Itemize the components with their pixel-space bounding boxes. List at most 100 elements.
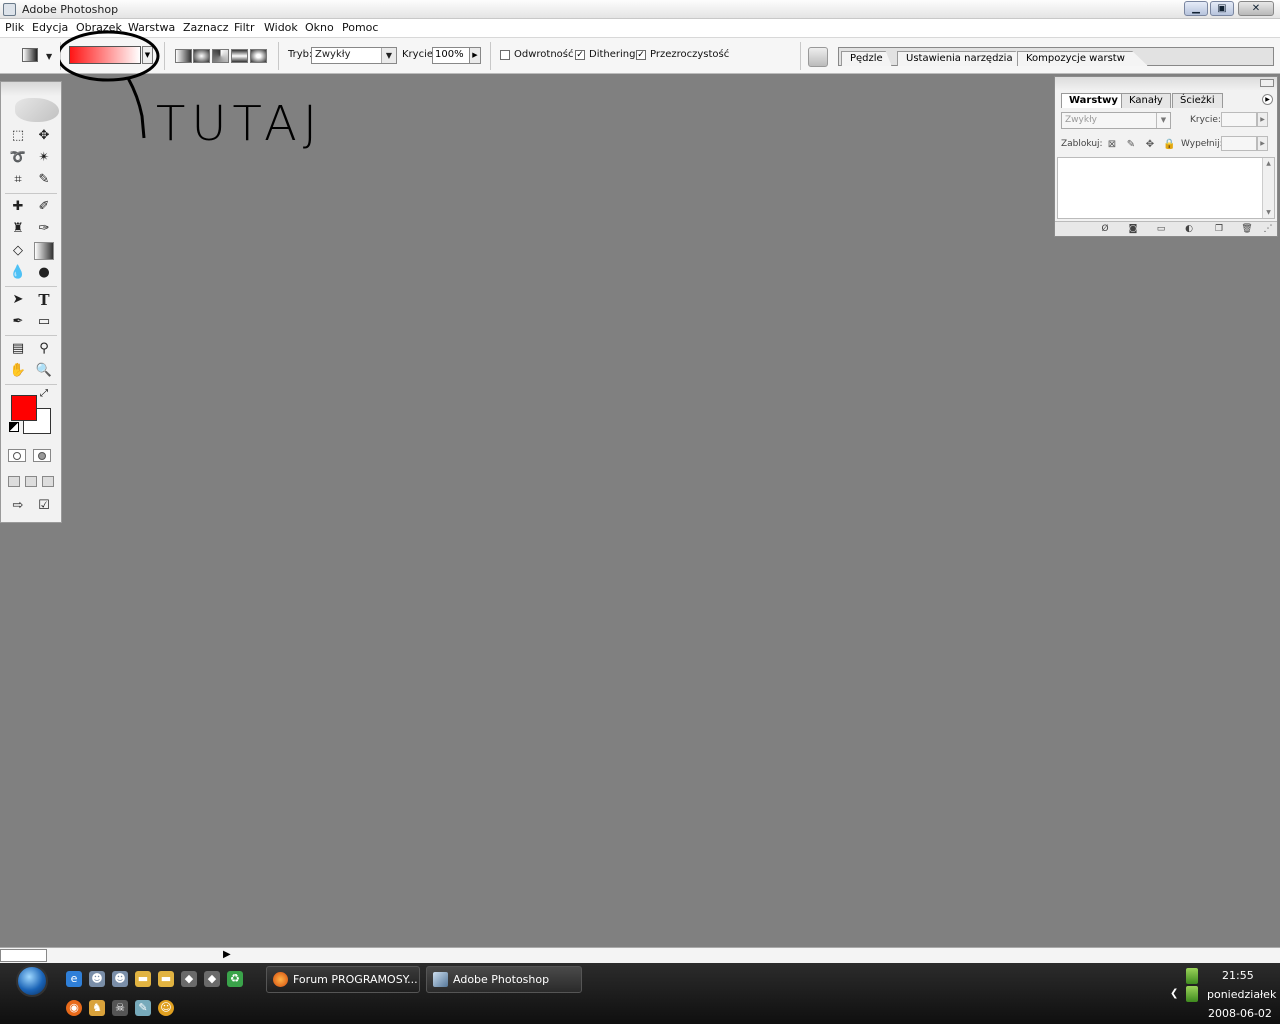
panel-grip[interactable] (1055, 77, 1277, 90)
lock-pixels-icon[interactable]: ✎ (1125, 139, 1137, 151)
layer-opacity-input[interactable] (1221, 112, 1257, 127)
clone-stamp-tool-icon[interactable]: ♜ (8, 220, 28, 238)
messenger-icon[interactable]: ☻ (89, 971, 105, 987)
toolbox-grip[interactable] (1, 82, 61, 96)
healing-brush-tool-icon[interactable]: ✚ (8, 198, 28, 216)
eraser-tool-icon[interactable]: ◇ (8, 242, 28, 260)
trash-icon[interactable]: 🗑 (1241, 224, 1253, 235)
fill-slider-button[interactable]: ▶ (1257, 136, 1268, 151)
zoom-tool-icon[interactable]: 🔍 (34, 362, 54, 380)
tab-channels[interactable]: Kanały (1121, 93, 1171, 108)
lock-all-icon[interactable]: 🔒 (1163, 139, 1175, 151)
pen-tool-icon[interactable]: ✒ (8, 313, 28, 331)
crop-tool-icon[interactable]: ⌗ (8, 171, 28, 189)
menu-help[interactable]: Pomoc (342, 21, 378, 34)
task-button-firefox[interactable]: Forum PROGRAMOSY... (266, 966, 420, 993)
mode-select[interactable]: Zwykły ▼ (311, 47, 397, 64)
close-button[interactable]: ✕ (1238, 1, 1274, 16)
notes-tool-icon[interactable]: ▤ (8, 340, 28, 358)
recycle-icon[interactable]: ♻ (227, 971, 243, 987)
marquee-tool-icon[interactable]: ⬚ (8, 127, 28, 145)
task-button-photoshop[interactable]: Adobe Photoshop (426, 966, 582, 993)
radial-gradient-button[interactable] (193, 49, 210, 63)
layer-mask-icon[interactable]: ◙ (1127, 224, 1139, 235)
status-zoom-field[interactable] (0, 949, 47, 962)
tab-paths[interactable]: Ścieżki (1172, 93, 1223, 108)
gradient-tool-icon[interactable] (34, 242, 54, 260)
history-brush-tool-icon[interactable]: ✑ (34, 220, 54, 238)
shape-tool-icon[interactable]: ▭ (34, 313, 54, 331)
tool-preset-picker[interactable] (22, 48, 38, 62)
layer-style-icon[interactable]: Ø (1099, 224, 1111, 235)
battery-icon[interactable] (1186, 968, 1198, 984)
photoshop-icon[interactable]: ✎ (135, 1000, 151, 1016)
menu-edit[interactable]: Edycja (32, 21, 68, 34)
menu-image[interactable]: Obrazek (76, 21, 122, 34)
standard-screen-mode-button[interactable] (8, 476, 20, 487)
angle-gradient-button[interactable] (212, 49, 229, 63)
swap-colors-icon[interactable]: ⤢ (40, 388, 48, 399)
layers-scrollbar[interactable]: ▲ ▼ (1262, 158, 1274, 218)
linear-gradient-button[interactable] (175, 49, 192, 63)
opacity-input[interactable]: 100% (432, 47, 470, 64)
move-tool-icon[interactable]: ✥ (34, 127, 54, 145)
layer-opacity-slider-button[interactable]: ▶ (1257, 112, 1268, 127)
well-tab-brushes[interactable]: Pędzle (841, 51, 892, 66)
tab-layers[interactable]: Warstwy (1061, 93, 1126, 108)
blur-tool-icon[interactable]: 💧 (8, 264, 28, 282)
lasso-tool-icon[interactable]: ➰ (8, 149, 28, 167)
default-colors-icon[interactable] (9, 422, 19, 432)
clock-time[interactable]: 21:55 (1222, 969, 1254, 982)
maximize-button[interactable]: ▣ (1210, 1, 1234, 16)
hand-tool-icon[interactable]: ✋ (8, 362, 28, 380)
adjustment-layer-icon[interactable]: ◐ (1183, 224, 1195, 235)
layers-list[interactable]: ▲ ▼ (1057, 157, 1275, 219)
menu-select[interactable]: Zaznacz (183, 21, 229, 34)
edit-in-imageready-icon[interactable]: ☑ (34, 497, 54, 515)
ie-icon[interactable]: e (66, 971, 82, 987)
scroll-down-icon[interactable]: ▼ (1263, 209, 1274, 216)
eyedropper-tool-icon[interactable]: ⚲ (34, 340, 54, 358)
menu-layer[interactable]: Warstwa (128, 21, 175, 34)
menu-view[interactable]: Widok (264, 21, 298, 34)
reflected-gradient-button[interactable] (231, 49, 248, 63)
slice-tool-icon[interactable]: ✎ (34, 171, 54, 189)
dodge-tool-icon[interactable]: ● (34, 264, 54, 282)
smiley-icon[interactable]: ☺ (158, 1000, 174, 1016)
gradient-editor-swatch[interactable] (69, 46, 141, 64)
reverse-checkbox[interactable] (500, 50, 510, 60)
fill-input[interactable] (1221, 136, 1257, 151)
resize-grip-icon[interactable]: ⋰ (1262, 224, 1274, 235)
status-menu-arrow-icon[interactable]: ▶ (223, 949, 231, 960)
path-selection-tool-icon[interactable]: ➤ (8, 291, 28, 309)
foreground-color-swatch[interactable] (11, 395, 37, 421)
full-screen-mode-button[interactable] (42, 476, 54, 487)
panel-menu-icon[interactable]: ▶ (1262, 94, 1273, 105)
lock-transparency-icon[interactable]: ⊠ (1106, 139, 1118, 151)
transparency-checkbox[interactable]: ✓ (636, 50, 646, 60)
drive-icon[interactable]: ◆ (204, 971, 220, 987)
menu-window[interactable]: Okno (305, 21, 334, 34)
menu-filter[interactable]: Filtr (234, 21, 254, 34)
new-group-icon[interactable]: ▭ (1155, 224, 1167, 235)
diamond-gradient-button[interactable] (250, 49, 267, 63)
firefox-icon[interactable]: ◉ (66, 1000, 82, 1016)
new-layer-icon[interactable]: ❐ (1213, 224, 1225, 235)
battery-icon[interactable] (1186, 986, 1198, 1002)
scroll-up-icon[interactable]: ▲ (1263, 158, 1274, 167)
contacts-icon[interactable]: ☻ (112, 971, 128, 987)
jump-to-imageready-icon[interactable]: ⇨ (8, 497, 28, 515)
type-tool-icon[interactable]: T (34, 291, 54, 309)
full-screen-menu-mode-button[interactable] (25, 476, 37, 487)
folder-icon[interactable]: ▬ (158, 971, 174, 987)
drive-icon[interactable]: ◆ (181, 971, 197, 987)
chevron-down-icon[interactable]: ▼ (46, 52, 52, 61)
standard-mode-button[interactable] (8, 449, 26, 462)
file-browser-button[interactable] (808, 47, 828, 67)
quick-mask-mode-button[interactable] (33, 449, 51, 462)
magic-wand-tool-icon[interactable]: ✴ (34, 149, 54, 167)
menu-file[interactable]: Plik (5, 21, 24, 34)
minimize-button[interactable]: ▁ (1184, 1, 1208, 16)
gradient-picker-dropdown[interactable]: ▼ (142, 46, 153, 64)
app-icon[interactable]: ☠ (112, 1000, 128, 1016)
